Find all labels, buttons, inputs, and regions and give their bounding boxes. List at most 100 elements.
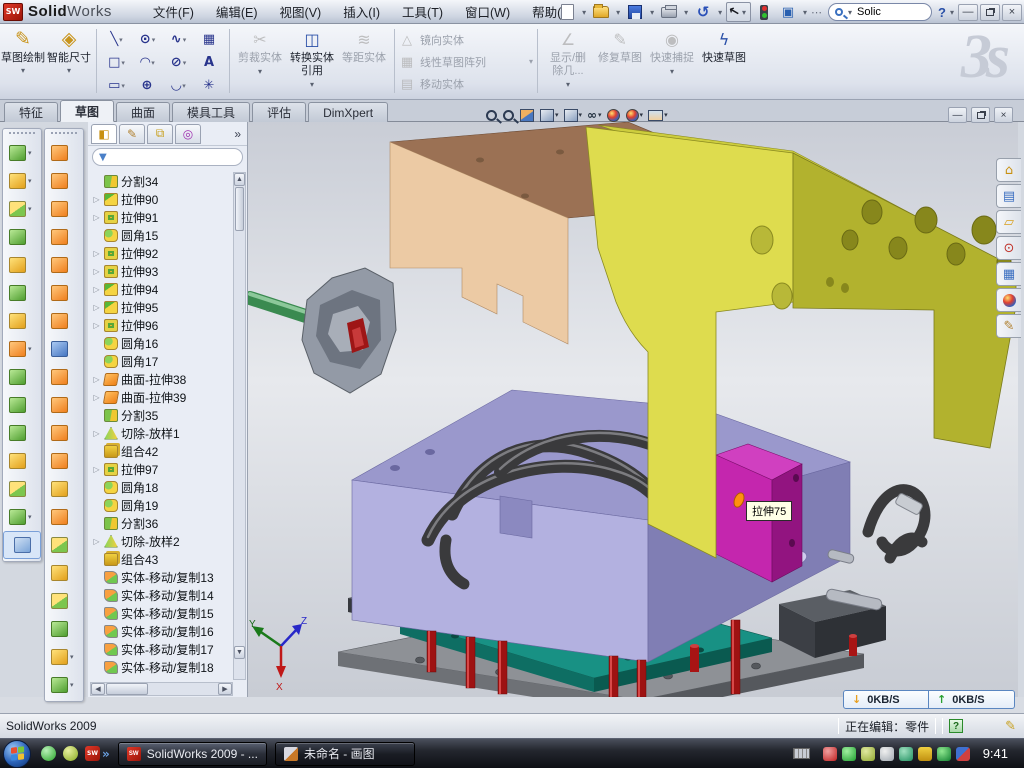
sketch-entity-button[interactable]: ▦ <box>194 28 225 51</box>
ribbon-button[interactable]: ≋ 等距实体 <box>338 30 390 89</box>
featuremanager-tab[interactable]: ◧ <box>91 124 117 144</box>
solidworks-resources-tab[interactable]: ⌂ <box>996 158 1021 182</box>
feature-tool-button[interactable] <box>45 251 83 279</box>
ribbon-big-button[interactable]: ◈ 智能尺寸 ▾ <box>46 27 92 75</box>
feature-tree-item[interactable]: ▷ 曲面-拉伸38 <box>90 370 234 388</box>
custom-properties-tab[interactable]: ✎ <box>996 314 1021 338</box>
ribbon-row-button[interactable]: △ 镜向实体 <box>399 29 527 51</box>
ribbon-button[interactable]: ✂ 剪裁实体 ▾ <box>234 30 286 89</box>
media-icon[interactable] <box>63 746 78 761</box>
ribbon-row-button[interactable]: ▦ 线性草图阵列 <box>399 51 527 73</box>
taskbar-button-solidworks[interactable]: SW SolidWorks 2009 - ... <box>118 742 267 766</box>
solidworks-icon[interactable]: SW <box>85 746 100 761</box>
network-speed-widget[interactable]: ↓ 0KB/S ↑ 0KB/S <box>843 690 1015 709</box>
keyboard-layout-icon[interactable] <box>793 748 810 759</box>
search-input[interactable] <box>857 6 917 18</box>
sketch-entity-button[interactable]: ◠ ▾ <box>132 51 163 74</box>
feature-tree-item[interactable]: ▷ 切除-放样2 <box>90 532 234 550</box>
ribbon-button[interactable]: ◉ 快速捕捉 ▾ <box>646 30 698 89</box>
feature-tree-item[interactable]: ▷ 拉伸90 <box>90 190 234 208</box>
tree-vertical-scrollbar[interactable]: ▲ ▼ <box>233 172 246 680</box>
feature-tool-button[interactable] <box>3 391 41 419</box>
feature-tool-button[interactable]: ▾ <box>45 671 83 699</box>
feature-tree-item[interactable]: 分割36 <box>90 514 234 532</box>
manager-more-button[interactable]: » <box>234 127 244 141</box>
scroll-up-button[interactable]: ▲ <box>234 173 245 186</box>
configurationmanager-tab[interactable]: ⧉ <box>147 124 173 144</box>
edit-appearance-icon[interactable] <box>607 109 621 122</box>
feature-tree-item[interactable]: 圆角18 <box>90 478 234 496</box>
feature-tree-item[interactable]: ▷ 拉伸97 <box>90 460 234 478</box>
zoom-to-area-icon[interactable] <box>503 110 515 121</box>
feature-tree-item[interactable]: 圆角17 <box>90 352 234 370</box>
dimxpertmanager-tab[interactable]: ◎ <box>175 124 201 144</box>
command-tab[interactable]: 模具工具 <box>172 102 250 122</box>
doc-close-button[interactable]: × <box>994 107 1013 123</box>
hide-show-items-icon[interactable]: ∞ ▾ <box>587 108 602 122</box>
feature-tool-button[interactable] <box>45 391 83 419</box>
ribbon-button[interactable]: ✎ 修复草图 <box>594 30 646 89</box>
toolbar-grip[interactable] <box>51 132 77 136</box>
feature-tree-item[interactable]: 圆角19 <box>90 496 234 514</box>
update-icon[interactable] <box>956 747 970 761</box>
undo-button[interactable]: ↺ <box>692 2 714 22</box>
section-view-icon[interactable] <box>520 109 535 122</box>
options-button[interactable]: ▣ <box>777 2 799 22</box>
feature-tool-button[interactable] <box>45 223 83 251</box>
ribbon-big-button[interactable]: ✎ 草图绘制 ▾ <box>0 27 46 75</box>
display-style-icon[interactable]: ▾ <box>540 109 559 122</box>
tree-horizontal-scrollbar[interactable]: ◀ ▶ <box>90 682 233 696</box>
help-button[interactable]: ? <box>938 5 946 20</box>
feature-tool-button[interactable] <box>3 223 41 251</box>
firewall-icon[interactable] <box>842 747 856 761</box>
search-box[interactable]: ▾ <box>828 3 932 21</box>
feature-tool-button[interactable]: ▾ <box>3 167 41 195</box>
doc-minimize-button[interactable]: — <box>948 107 967 123</box>
sketch-entity-button[interactable]: ⊙ ▾ <box>132 28 163 51</box>
feature-tree-item[interactable]: ▷ 拉伸92 <box>90 244 234 262</box>
scroll-thumb[interactable] <box>235 187 244 231</box>
apply-scene-icon[interactable]: ▾ <box>626 109 644 122</box>
feature-tool-button[interactable]: ▾ <box>45 643 83 671</box>
toolbar-grip[interactable] <box>9 132 35 136</box>
feature-tool-button[interactable] <box>45 475 83 503</box>
feature-tool-button[interactable] <box>45 559 83 587</box>
sketch-entity-button[interactable]: □ ▾ <box>101 51 132 74</box>
tree-filter-input[interactable]: ▼ <box>92 148 243 166</box>
ribbon-button[interactable]: ∠ 显示/删除几... ▾ <box>542 30 594 89</box>
appearances-tab[interactable] <box>996 288 1021 312</box>
feature-tree-item[interactable]: 圆角15 <box>90 226 234 244</box>
feature-tool-button[interactable]: ▾ <box>3 195 41 223</box>
feature-tool-button[interactable]: ▾ <box>3 503 41 531</box>
feature-tool-button[interactable] <box>45 419 83 447</box>
feature-tree-item[interactable]: 实体-移动/复制13 <box>90 568 234 586</box>
feature-tool-button[interactable] <box>45 307 83 335</box>
close-button[interactable]: × <box>1002 4 1022 21</box>
graphics-viewport[interactable]: Y Z X 拉伸75 <box>248 122 1018 697</box>
menu-item[interactable]: 插入(I) <box>332 0 391 24</box>
feature-tool-button[interactable] <box>3 363 41 391</box>
start-button[interactable] <box>3 740 31 768</box>
command-tab[interactable]: 草图 <box>60 100 114 122</box>
open-button[interactable] <box>590 2 612 22</box>
feature-tree-item[interactable]: ▷ 切除-放样1 <box>90 424 234 442</box>
command-tab[interactable]: DimXpert <box>308 102 388 122</box>
shield-plus-icon[interactable] <box>937 747 951 761</box>
command-tab[interactable]: 评估 <box>252 102 306 122</box>
sketch-entity-button[interactable]: ⊘ ▾ <box>163 51 194 74</box>
restore-button[interactable] <box>980 4 1000 21</box>
new-document-button[interactable] <box>556 2 578 22</box>
quick-tips-icon[interactable]: ? <box>949 719 963 733</box>
menu-item[interactable]: 工具(T) <box>391 0 454 24</box>
feature-tool-button[interactable] <box>45 363 83 391</box>
feature-tool-button[interactable] <box>3 447 41 475</box>
minimize-button[interactable]: — <box>958 4 978 21</box>
feature-tool-button[interactable] <box>45 587 83 615</box>
menu-item[interactable]: 视图(V) <box>269 0 333 24</box>
feature-tree-item[interactable]: ▷ 曲面-拉伸39 <box>90 388 234 406</box>
view-settings-icon[interactable]: ▾ <box>648 110 668 121</box>
sketch-entity-button[interactable]: ∿ ▾ <box>163 28 194 51</box>
scroll-right-button[interactable]: ▶ <box>218 683 232 695</box>
select-button[interactable]: ↖▾ <box>726 2 751 22</box>
feature-tool-button[interactable]: ▾ <box>3 139 41 167</box>
